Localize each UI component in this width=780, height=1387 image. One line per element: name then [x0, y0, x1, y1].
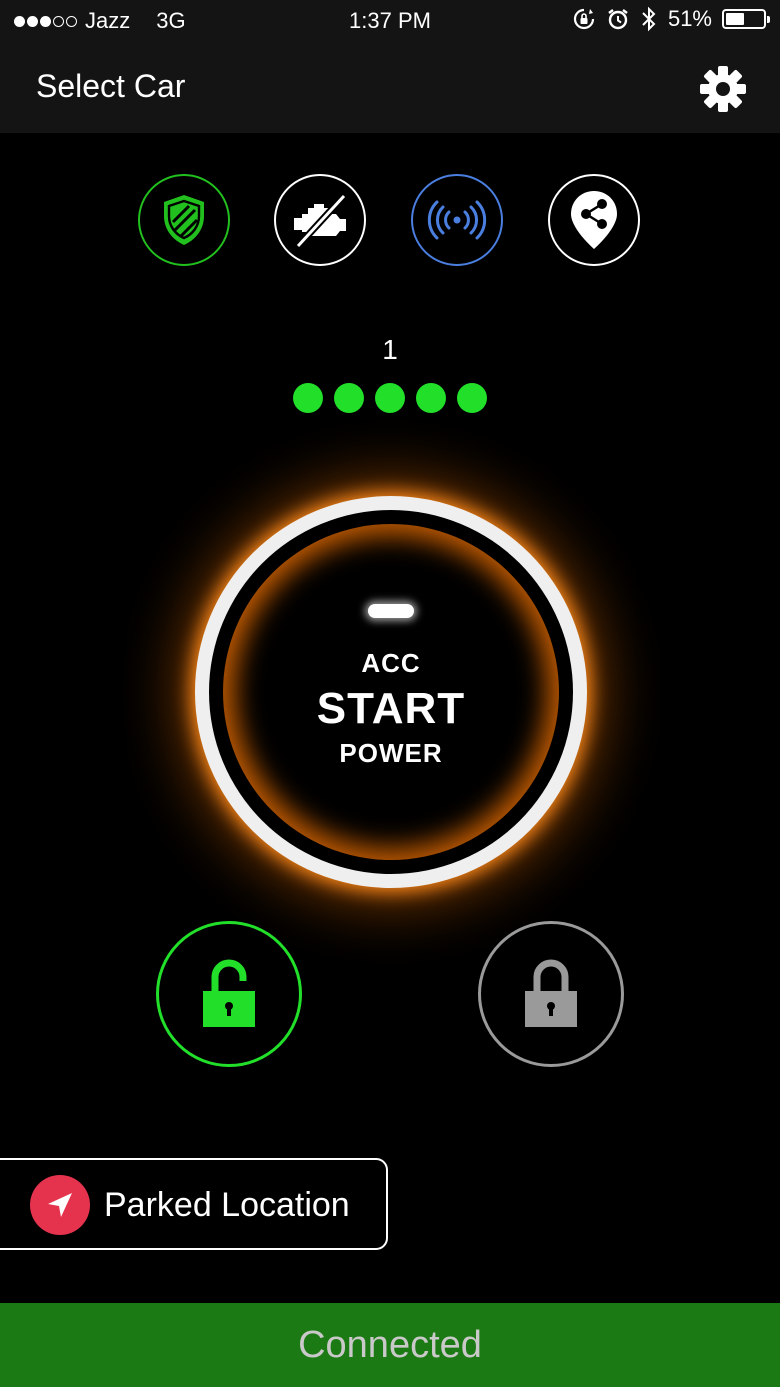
level-dot — [334, 383, 364, 413]
feature-row — [0, 174, 780, 270]
navigation-arrow-icon — [48, 1193, 72, 1217]
nav-bar: Select Car — [0, 44, 780, 133]
page-title[interactable]: Select Car — [36, 68, 185, 105]
bluetooth-icon — [642, 6, 656, 32]
start-acc-label: ACC — [361, 648, 421, 678]
rotation-lock-icon — [573, 8, 595, 30]
level-dot — [416, 383, 446, 413]
lock-icon — [525, 959, 577, 1027]
unlock-icon — [203, 959, 255, 1027]
share-location-icon — [571, 191, 617, 249]
share-location-button[interactable] — [548, 174, 640, 266]
start-indicator-light — [368, 604, 414, 618]
parked-location-icon-bg — [30, 1175, 90, 1235]
remote-signal-button[interactable] — [411, 174, 503, 266]
alarm-icon — [608, 9, 628, 30]
signal-waves-icon — [427, 200, 487, 240]
battery-percent: 51% — [667, 6, 712, 31]
unlock-button[interactable] — [156, 921, 302, 1067]
security-button[interactable] — [138, 174, 230, 266]
start-power-label: POWER — [339, 738, 443, 768]
status-bar: Jazz 3G 1:37 PM 51% — [0, 0, 780, 44]
battery-fill — [726, 13, 744, 25]
level-dot — [293, 383, 323, 413]
connection-status: Connected — [0, 1303, 780, 1387]
gear-icon[interactable] — [698, 64, 748, 114]
level-dot — [457, 383, 487, 413]
engine-button[interactable] — [274, 174, 366, 266]
level-dots — [0, 383, 780, 413]
selected-car-number: 1 — [382, 334, 398, 365]
parked-location-button[interactable]: Parked Location — [0, 1158, 388, 1250]
engine-off-icon — [294, 193, 347, 249]
level-dot — [375, 383, 405, 413]
start-button[interactable]: ACC START POWER — [209, 510, 573, 874]
battery-icon — [722, 9, 770, 29]
parked-location-label: Parked Location — [104, 1186, 350, 1224]
status-right: 51% — [572, 6, 770, 32]
shield-icon — [164, 195, 204, 245]
lock-button[interactable] — [478, 921, 624, 1067]
start-main-label: START — [316, 684, 466, 733]
